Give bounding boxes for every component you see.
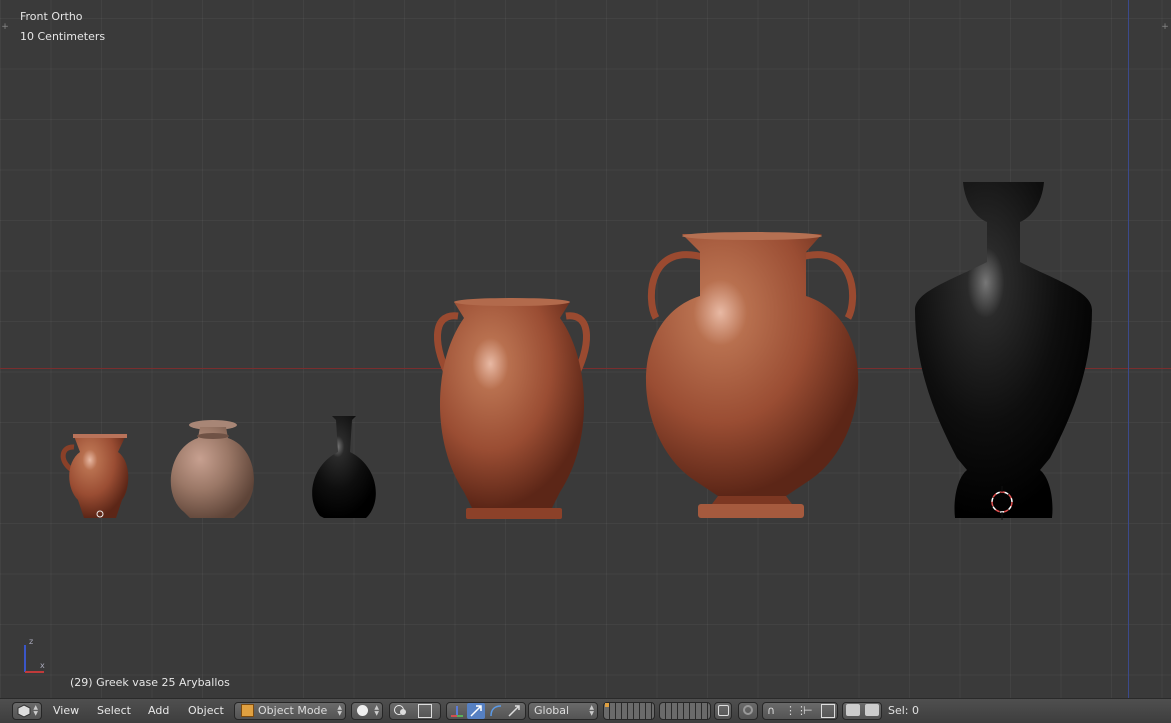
snap-magnet-icon[interactable]: ∩ bbox=[767, 703, 775, 719]
opengl-render-animation-icon[interactable] bbox=[865, 704, 879, 716]
gizmo-x-label: x bbox=[40, 661, 45, 670]
mode-selector[interactable]: Object Mode ▲ ▼ bbox=[234, 702, 346, 720]
pivot-and-manipulator-group[interactable] bbox=[389, 702, 441, 720]
snap-align-icon[interactable] bbox=[821, 704, 835, 718]
scale-icon[interactable] bbox=[507, 704, 521, 718]
menu-select[interactable]: Select bbox=[97, 704, 131, 717]
editor-type-button[interactable]: ▲ ▼ bbox=[12, 702, 42, 720]
snap-target-icon[interactable]: ⊢ bbox=[803, 703, 813, 719]
vase-black-loutrophoros[interactable] bbox=[915, 182, 1092, 518]
vase-scene[interactable]: z x bbox=[0, 0, 1171, 698]
selection-count: Sel: 0 bbox=[888, 704, 920, 717]
vase-squat-jar[interactable] bbox=[170, 420, 254, 518]
layers-group-1[interactable] bbox=[603, 702, 655, 720]
manipulator-axes-icon[interactable] bbox=[450, 704, 464, 718]
menu-object[interactable]: Object bbox=[188, 704, 224, 717]
translate-arrow-icon bbox=[470, 705, 482, 717]
proportional-edit-button[interactable] bbox=[738, 702, 758, 720]
active-object-label: (29) Greek vase 25 Aryballos bbox=[70, 676, 230, 689]
active-layer-indicator-icon bbox=[605, 703, 609, 707]
menu-add[interactable]: Add bbox=[148, 704, 169, 717]
opengl-render-image-icon[interactable] bbox=[846, 704, 860, 716]
orientation-arrows-icon: ▲ ▼ bbox=[589, 704, 594, 717]
snapping-group: ∩ ⋮⋮ ⊢ bbox=[762, 702, 838, 720]
manipulator-toggle-icon[interactable] bbox=[418, 704, 432, 718]
rotate-icon[interactable] bbox=[489, 704, 503, 718]
orientation-selector[interactable]: Global ▲ ▼ bbox=[528, 702, 598, 720]
viewport-header: ▲ ▼ View Select Add Object Object Mode ▲ ▼… bbox=[0, 698, 1171, 723]
axis-gizmo-icon: z x bbox=[24, 637, 45, 673]
object-mode-icon bbox=[241, 704, 254, 717]
shading-selector[interactable]: ▲ ▼ bbox=[351, 702, 383, 720]
render-buttons-group bbox=[842, 702, 882, 720]
vase-neck-amphora[interactable] bbox=[645, 232, 859, 518]
lock-layers-button[interactable] bbox=[714, 702, 732, 720]
vase-small-oinochoe[interactable] bbox=[60, 434, 129, 518]
menu-view[interactable]: View bbox=[53, 704, 79, 717]
layer-lock-icon bbox=[718, 705, 729, 716]
vase-amphora[interactable] bbox=[434, 298, 590, 519]
shading-arrows-icon: ▲ ▼ bbox=[374, 704, 379, 717]
vase-black-lekythos[interactable] bbox=[312, 416, 376, 518]
layers-group-2[interactable] bbox=[659, 702, 711, 720]
gizmo-z-label: z bbox=[29, 637, 33, 646]
solid-shading-icon bbox=[357, 705, 368, 716]
orientation-label: Global bbox=[534, 704, 570, 717]
mode-label: Object Mode bbox=[258, 704, 328, 717]
transform-manipulators-group bbox=[446, 702, 526, 720]
proportional-edit-icon bbox=[743, 705, 753, 715]
editor-type-arrows-icon: ▲ ▼ bbox=[33, 704, 38, 717]
3d-viewport[interactable]: Front Ortho 10 Centimeters + + z x (29) … bbox=[0, 0, 1171, 698]
cube-editor-icon bbox=[17, 704, 31, 718]
mode-arrows-icon: ▲ ▼ bbox=[337, 704, 342, 717]
